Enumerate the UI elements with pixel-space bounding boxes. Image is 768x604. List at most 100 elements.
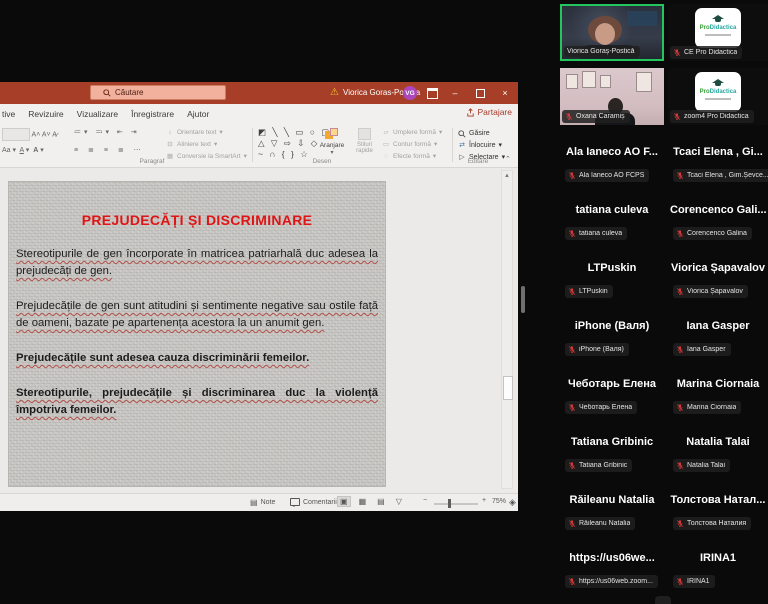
notes-button[interactable]: ▤Note xyxy=(250,498,275,507)
fit-to-window-icon[interactable]: ◈ xyxy=(509,497,516,508)
participant-tile[interactable]: Tatiana Gribinic Tatiana Gribinic xyxy=(560,426,664,484)
arrange-button[interactable]: Aranjare ▾ xyxy=(316,128,348,156)
font-size-controls[interactable]: A˄ A˅ A̷ xyxy=(2,128,57,141)
minimize-button[interactable]: – xyxy=(443,82,467,104)
muted-mic-icon xyxy=(568,519,576,528)
share-button[interactable]: Partajare xyxy=(466,107,513,117)
group-label-editare: Editare xyxy=(448,158,508,165)
participant-tile[interactable]: IRINA1 IRINA1 xyxy=(668,542,768,600)
share-icon xyxy=(466,108,475,117)
slide-sorter-view-button[interactable]: ▦ xyxy=(357,497,369,506)
list-indent-controls[interactable]: ≔▾ ≕▾ ⇤ ⇥ xyxy=(74,128,140,136)
text-orientation-button[interactable]: ↕Orientare text ▾ xyxy=(166,127,247,139)
participant-display-name: Ala Ianeco AO F... xyxy=(562,146,662,158)
muted-mic-icon xyxy=(676,287,684,296)
muted-mic-icon xyxy=(676,403,684,412)
muted-mic-icon xyxy=(565,112,573,121)
text-align-button[interactable]: ⊟Aliniere text ▾ xyxy=(166,139,247,151)
alignment-controls[interactable]: ≡ ≣ ≡ ≣ ⋯ xyxy=(74,146,145,154)
muted-mic-icon xyxy=(568,461,576,470)
participant-tile[interactable]: Tcaci Elena , Gi... Tcaci Elena , Gim.Șe… xyxy=(668,136,768,194)
participant-tile[interactable]: Ala Ianeco AO F... Ala Ianeco AO FCPS xyxy=(560,136,664,194)
zoom-slider-track[interactable] xyxy=(434,503,478,505)
participant-name-label: Tatiana Gribinic xyxy=(565,459,632,472)
webcam-video xyxy=(566,74,578,89)
zoom-out-button[interactable]: − xyxy=(423,497,427,504)
account-avatar[interactable]: VG xyxy=(403,86,417,100)
participant-tile[interactable]: ProDidactica zoom4 Pro Didactica xyxy=(668,68,768,125)
participant-name-label: Oxana Caramiș xyxy=(562,110,630,123)
participant-name-label: Ala Ianeco AO FCPS xyxy=(565,169,649,182)
participant-name-label: Natalia Talai xyxy=(673,459,730,472)
muted-mic-icon xyxy=(676,229,684,238)
zoom-slider-thumb[interactable] xyxy=(448,499,451,508)
ppt-titlebar: Căutare ⚠ Viorica Goras-Postica VG – × xyxy=(0,82,518,104)
reading-view-button[interactable]: ▤ xyxy=(375,497,387,506)
participant-name-label: CE Pro Didactica xyxy=(670,46,742,59)
gallery-overflow-indicator[interactable] xyxy=(655,596,671,604)
maximize-button[interactable] xyxy=(468,82,492,104)
participant-tile[interactable]: https://us06we... https://us06web.zoom..… xyxy=(560,542,664,600)
replace-button[interactable]: ⇄Înlocuire ▾ xyxy=(458,140,505,152)
shape-fill-button[interactable]: ▱Umplere formă ▾ xyxy=(382,127,442,139)
slide[interactable]: PREJUDECĂȚI ȘI DISCRIMINARE Stereotipuri… xyxy=(8,181,386,487)
muted-mic-icon xyxy=(673,112,681,121)
participant-tile[interactable]: iPhone (Валя) iPhone (Валя) xyxy=(560,310,664,368)
shape-outline-button[interactable]: ▭Contur formă ▾ xyxy=(382,139,442,151)
participants-scrollbar-thumb[interactable] xyxy=(521,286,525,313)
muted-mic-icon xyxy=(676,345,684,354)
ribbon-tabs: tive Revizuire Vizualizare Înregistrare … xyxy=(0,104,518,124)
slideshow-button[interactable]: ▽ xyxy=(394,497,404,506)
shape-fill-icon: ▱ xyxy=(382,127,390,139)
find-icon xyxy=(458,130,466,138)
normal-view-button[interactable]: ▣ xyxy=(338,497,350,506)
slide-scrollbar[interactable]: ▲ xyxy=(501,170,513,489)
scrollbar-thumb[interactable] xyxy=(503,376,513,400)
ribbon-display-options-button[interactable] xyxy=(420,82,444,104)
participant-tile[interactable]: Чеботарь Елена Чеботарь Елена xyxy=(560,368,664,426)
scroll-up-arrow[interactable]: ▲ xyxy=(502,171,512,181)
participant-tile[interactable]: Marina Ciornaia Marina Ciornaia xyxy=(668,368,768,426)
font-style-controls[interactable]: Aa ▾ A ▾ A ▾ xyxy=(2,146,44,154)
shape-effects-button[interactable]: ◌Efecte formă ▾ xyxy=(382,151,442,163)
participant-tile[interactable]: Oxana Caramiș xyxy=(560,68,664,125)
close-button[interactable]: × xyxy=(493,82,517,104)
participant-display-name: LTPuskin xyxy=(562,262,662,274)
participant-tile[interactable]: tatiana culeva tatiana culeva xyxy=(560,194,664,252)
group-label-paragraf: Paragraf xyxy=(117,158,187,165)
slide-paragraph: Stereotipurile de gen încorporate în mat… xyxy=(16,246,378,280)
shape-effects-icon: ◌ xyxy=(382,151,390,163)
participant-name-label: IRINA1 xyxy=(673,575,715,588)
participant-tile[interactable]: LTPuskin LTPuskin xyxy=(560,252,664,310)
tab-inregistrare[interactable]: Înregistrare xyxy=(131,109,174,119)
participant-tile[interactable]: Viorica Șapavalov Viorica Șapavalov xyxy=(668,252,768,310)
tab-ajutor[interactable]: Ajutor xyxy=(187,109,209,119)
zoom-percentage[interactable]: 75% xyxy=(492,498,506,505)
group-separator xyxy=(252,128,253,162)
quick-styles-button[interactable]: Stiluri rapide xyxy=(351,128,378,154)
participant-tile[interactable]: Viorica Goraș-Postică xyxy=(560,4,664,61)
group-label-desen: Desen xyxy=(292,158,352,165)
align-text-icon: ⊟ xyxy=(166,139,174,151)
participant-tile[interactable]: Iana Gasper Iana Gasper xyxy=(668,310,768,368)
participant-name-label: Marina Ciornaia xyxy=(673,401,741,414)
participant-tile[interactable]: ProDidactica CE Pro Didactica xyxy=(668,4,768,61)
font-size-box[interactable] xyxy=(2,128,30,141)
muted-mic-icon xyxy=(676,577,684,586)
comments-button[interactable]: Comentarii xyxy=(290,498,337,506)
participant-name-label: Corencenco Galina xyxy=(673,227,752,240)
zoom-in-button[interactable]: + xyxy=(482,497,486,504)
find-button[interactable]: Găsire xyxy=(458,128,505,140)
tab-expunere-diapozitive[interactable]: tive xyxy=(2,109,15,119)
participant-tile[interactable]: Natalia Talai Natalia Talai xyxy=(668,426,768,484)
participant-tile[interactable]: Corencenco Gali... Corencenco Galina xyxy=(668,194,768,252)
tab-vizualizare[interactable]: Vizualizare xyxy=(77,109,118,119)
participant-tile[interactable]: Răileanu Natalia Răileanu Natalia xyxy=(560,484,664,542)
tab-revizuire[interactable]: Revizuire xyxy=(28,109,63,119)
participant-name-label: LTPuskin xyxy=(565,285,613,298)
graduation-cap-icon xyxy=(711,79,725,87)
participant-tile[interactable]: Толстова Натал... Толстова Наталия xyxy=(668,484,768,542)
search-input[interactable]: Căutare xyxy=(90,85,226,100)
participant-name-label: tatiana culeva xyxy=(565,227,627,240)
maximize-icon xyxy=(476,89,485,98)
